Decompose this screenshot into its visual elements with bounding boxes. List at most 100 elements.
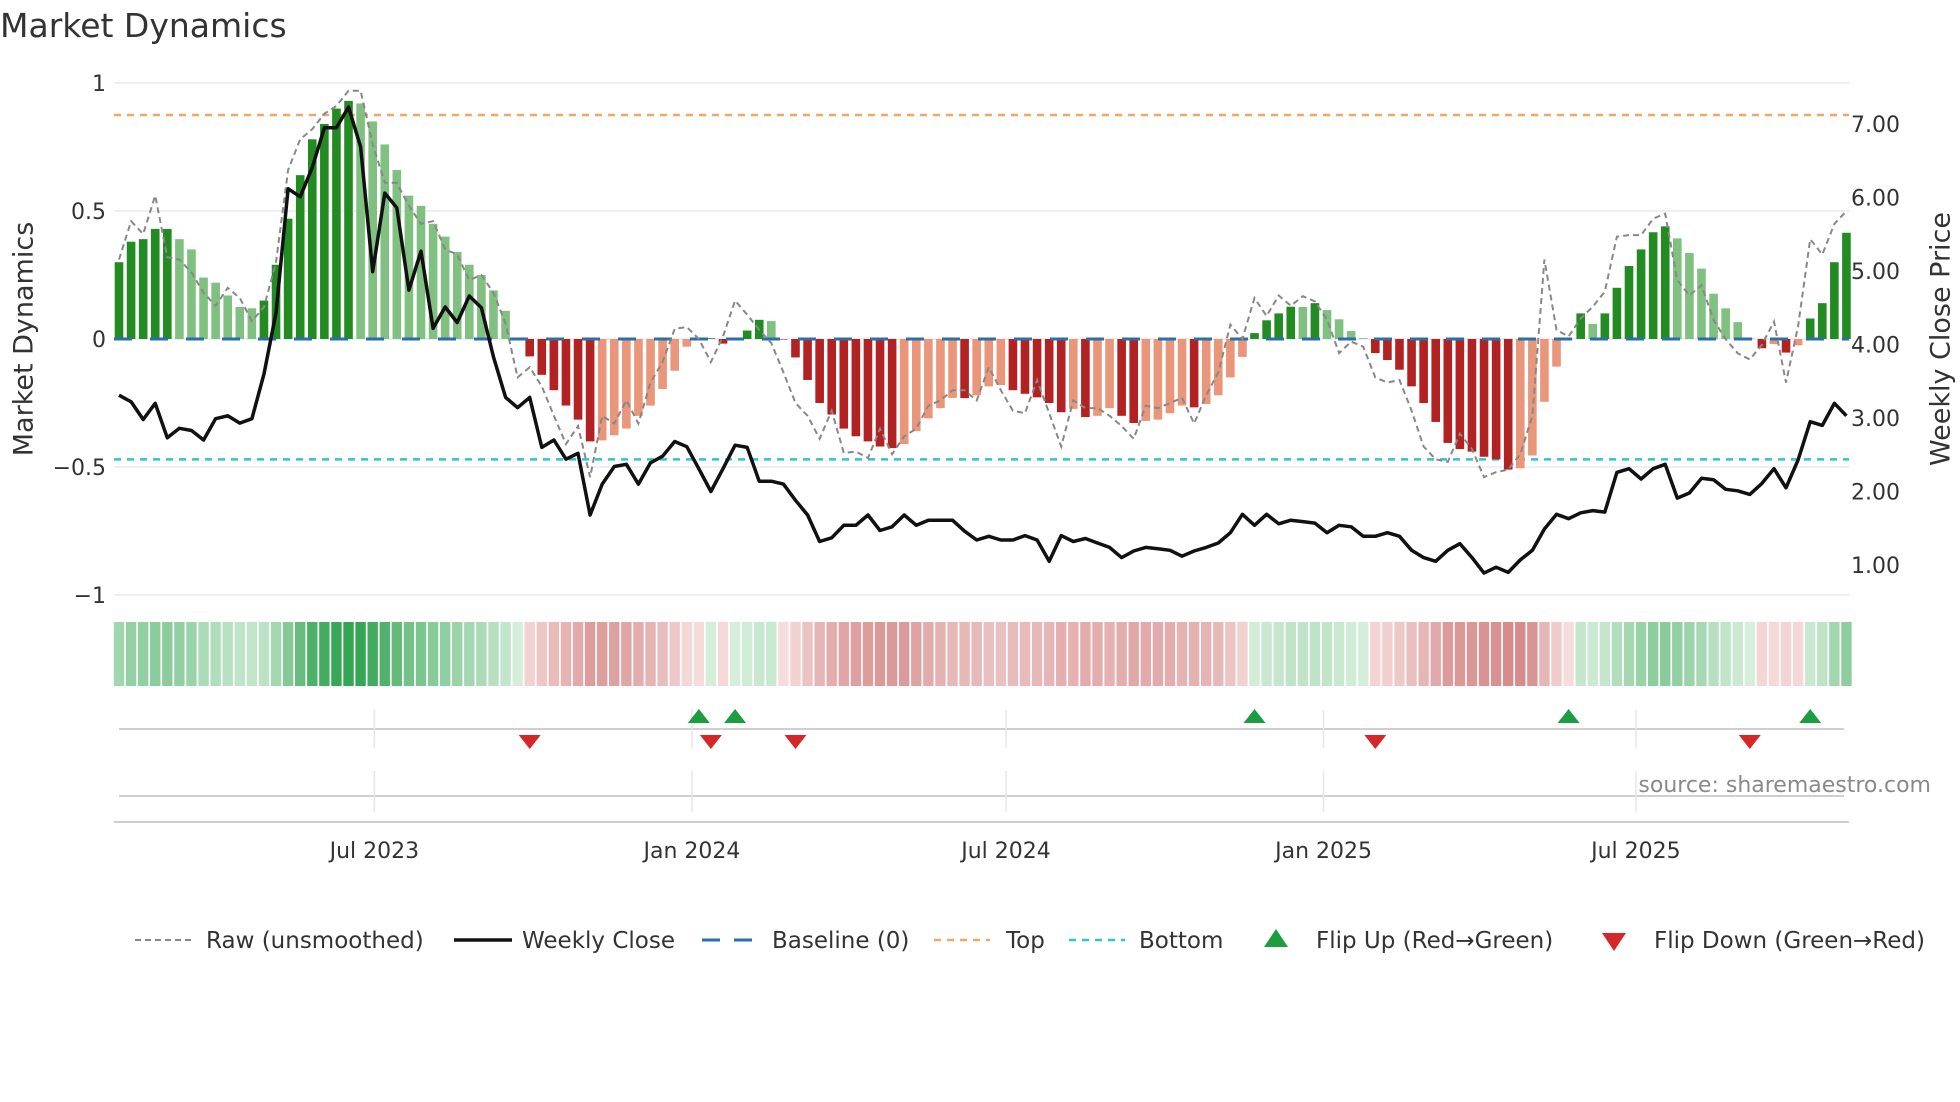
- bar: [779, 339, 788, 340]
- bar: [984, 339, 994, 387]
- heatmap-cell: [1732, 622, 1743, 686]
- heatmap-cell: [923, 622, 934, 686]
- heatmap-cell: [1382, 622, 1393, 686]
- heatmap-cell: [1466, 622, 1478, 686]
- bar: [1624, 266, 1634, 339]
- heatmap-cell: [1128, 622, 1139, 686]
- bar: [235, 307, 245, 339]
- heatmap-cell: [1684, 622, 1695, 686]
- legend-triangle-up-green-icon: [1264, 929, 1288, 947]
- y2-tick-label: 6.00: [1851, 187, 1900, 212]
- heatmap-cell: [548, 622, 560, 686]
- bar: [1503, 339, 1513, 470]
- y2-tick-label: 3.00: [1851, 407, 1900, 432]
- heatmap-cell: [1358, 622, 1369, 686]
- bar: [585, 339, 595, 442]
- heatmap-cell: [1539, 622, 1550, 686]
- heatmap-cell: [633, 622, 644, 686]
- heatmap-cell: [1527, 622, 1538, 686]
- heatmap-cell: [778, 622, 789, 686]
- bar: [1177, 339, 1187, 406]
- heatmap-cell: [693, 622, 705, 686]
- bar: [911, 339, 921, 432]
- heatmap-cell: [125, 622, 137, 686]
- heatmap-cell: [415, 622, 427, 686]
- source-note: source: sharemaestro.com: [1638, 773, 1931, 798]
- bar: [815, 339, 824, 403]
- heatmap-cell: [379, 622, 390, 686]
- heatmap-cell: [1201, 622, 1212, 686]
- heatmap-cell: [1176, 622, 1188, 686]
- heatmap-cell: [983, 622, 994, 686]
- heatmap-cell: [874, 622, 886, 686]
- heatmap-cell: [741, 622, 753, 686]
- legend-label: Top: [1005, 928, 1045, 954]
- bar: [1238, 339, 1247, 357]
- bar: [863, 339, 873, 442]
- bar: [1709, 293, 1718, 339]
- heatmap-cell: [1080, 622, 1091, 686]
- bar: [1213, 339, 1223, 396]
- flip-down-marker: [1738, 735, 1761, 749]
- heatmap-cell: [995, 622, 1007, 686]
- heatmap-cell: [1647, 622, 1659, 686]
- heatmap-cell: [1333, 622, 1345, 686]
- bar: [1383, 339, 1392, 360]
- flip-down-marker: [784, 735, 807, 749]
- heatmap-cell: [1720, 622, 1731, 686]
- heatmap-cell: [1068, 622, 1079, 686]
- heatmap-cell: [1611, 622, 1623, 686]
- raw-line-layer: [118, 89, 1848, 479]
- bar: [1129, 339, 1139, 423]
- heatmap-cell: [1708, 622, 1719, 686]
- flip-down-marker: [518, 735, 541, 749]
- bar: [1165, 339, 1175, 414]
- y-tick-label: −1: [74, 584, 106, 609]
- heatmap-cell: [258, 622, 270, 686]
- heatmap-cell: [1056, 622, 1067, 686]
- heatmap-cell: [307, 622, 318, 686]
- heatmap-cell: [1225, 622, 1236, 686]
- heatmap-cell: [959, 622, 970, 686]
- heatmap-cell: [850, 622, 862, 686]
- heatmap-cell: [911, 622, 922, 686]
- y2-tick-label: 5.00: [1851, 260, 1900, 285]
- bar: [1056, 339, 1066, 413]
- heatmap-cell: [222, 622, 233, 686]
- flip-down-marker: [1364, 735, 1387, 749]
- heatmap-cell: [657, 622, 668, 686]
- heatmap-cell: [1152, 622, 1164, 686]
- bar: [1117, 339, 1126, 416]
- bar: [1636, 249, 1646, 339]
- bar: [525, 339, 535, 357]
- heatmap-cell: [452, 622, 463, 686]
- heatmap-cell: [476, 622, 487, 686]
- heatmap-cell: [464, 622, 475, 686]
- heatmap-cell: [488, 622, 499, 686]
- heatmap-cell: [814, 622, 825, 686]
- flip-up-marker: [724, 709, 747, 723]
- bar: [839, 339, 849, 429]
- heatmap-cell: [862, 622, 874, 686]
- heatmap-cell: [427, 622, 439, 686]
- heatmap-cell: [669, 622, 680, 686]
- flip-down-marker: [699, 735, 722, 749]
- bar: [1286, 306, 1296, 339]
- bar: [537, 339, 547, 375]
- bar: [1467, 339, 1477, 452]
- heatmap-cell: [186, 622, 197, 686]
- heatmap-cell: [210, 622, 221, 686]
- bar: [138, 239, 148, 339]
- heatmap-cell: [1418, 622, 1429, 686]
- x-tick-label: Jan 2024: [641, 839, 740, 864]
- heatmap-cell: [198, 622, 209, 686]
- heatmap-cell: [403, 622, 415, 686]
- bar: [1600, 313, 1610, 339]
- x-tick-label: Jul 2024: [959, 839, 1051, 864]
- y-tick-label: 0: [92, 328, 106, 353]
- bar: [1334, 319, 1344, 339]
- heatmap-cell: [621, 622, 632, 686]
- heatmap-cell: [1321, 622, 1333, 686]
- heatmap-cell: [1213, 622, 1224, 686]
- bar: [742, 330, 752, 339]
